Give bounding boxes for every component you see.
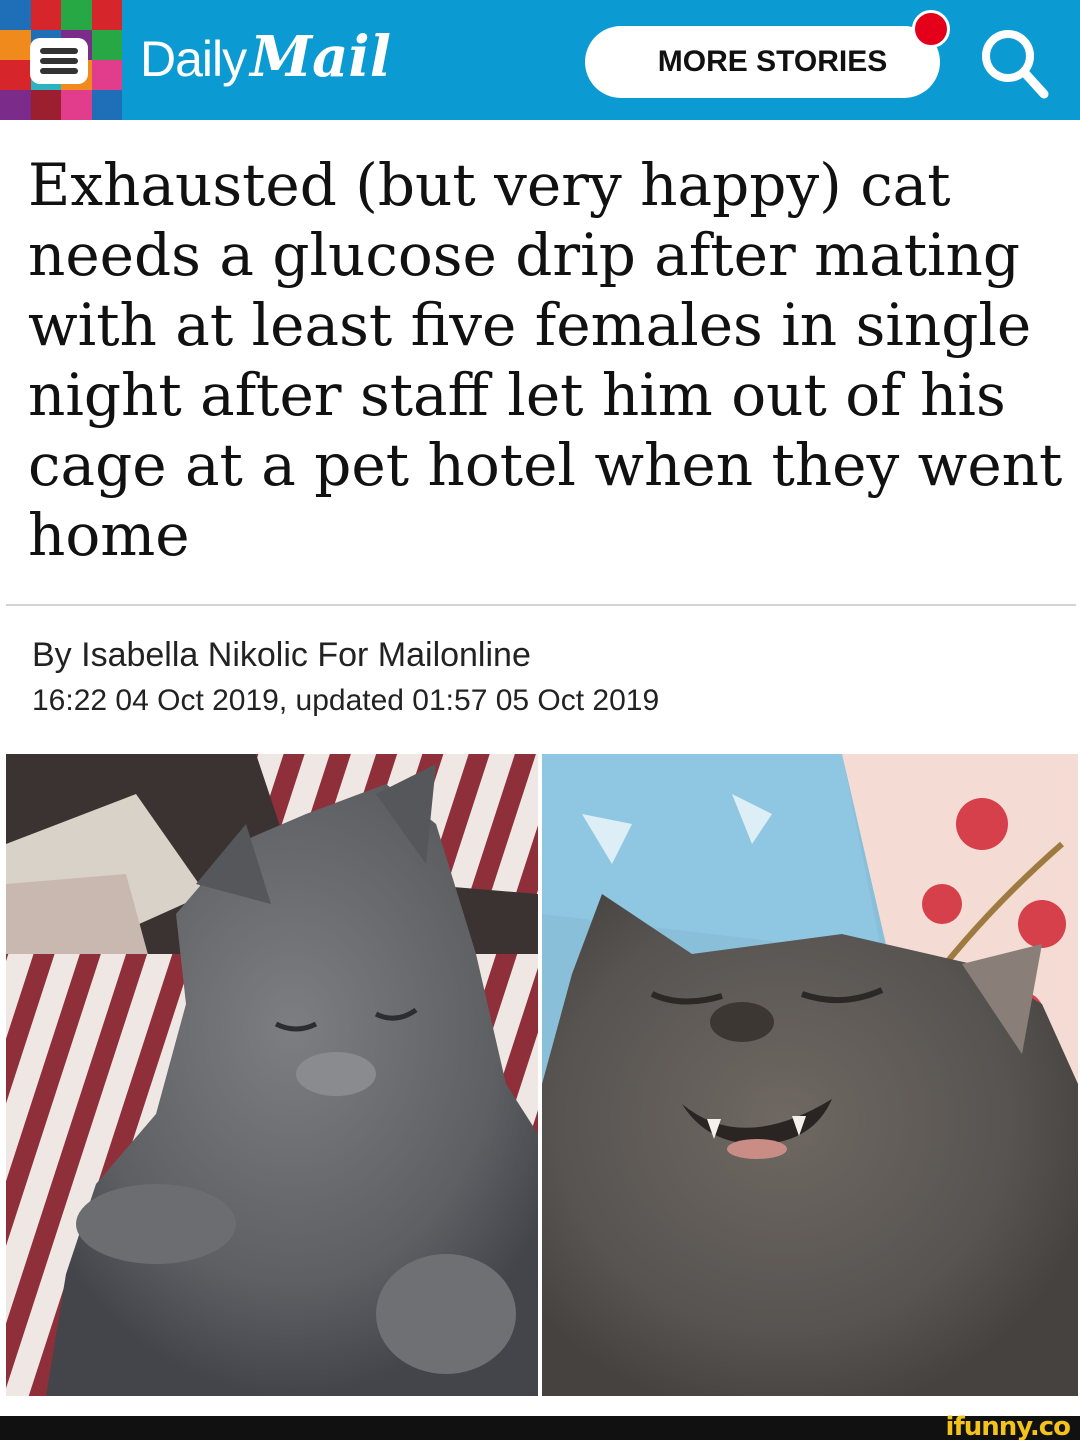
logo-daily-text: Daily (140, 31, 247, 87)
search-icon[interactable] (974, 22, 1054, 102)
article-headline: Exhausted (but very happy) cat needs a g… (28, 151, 1063, 569)
article-dateline: 16:22 04 Oct 2019, updated 01:57 05 Oct … (32, 684, 660, 717)
hamburger-menu-icon[interactable] (30, 38, 88, 84)
article-byline[interactable]: By Isabella Nikolic For Mailonline (32, 636, 531, 675)
footer-bar (0, 1416, 1080, 1440)
ifunny-watermark: ifunny.co (945, 1412, 1071, 1440)
logo-mail-text: Mail (250, 24, 391, 90)
cat-photo-left[interactable] (6, 754, 538, 1396)
site-header: Daily Mail MORE STORIES (0, 0, 1080, 120)
headline-divider (6, 604, 1076, 606)
site-logo[interactable]: Daily Mail (140, 24, 391, 94)
notification-dot (912, 10, 950, 48)
more-stories-button[interactable]: MORE STORIES (585, 26, 940, 98)
cat-photo-right[interactable] (542, 754, 1078, 1396)
